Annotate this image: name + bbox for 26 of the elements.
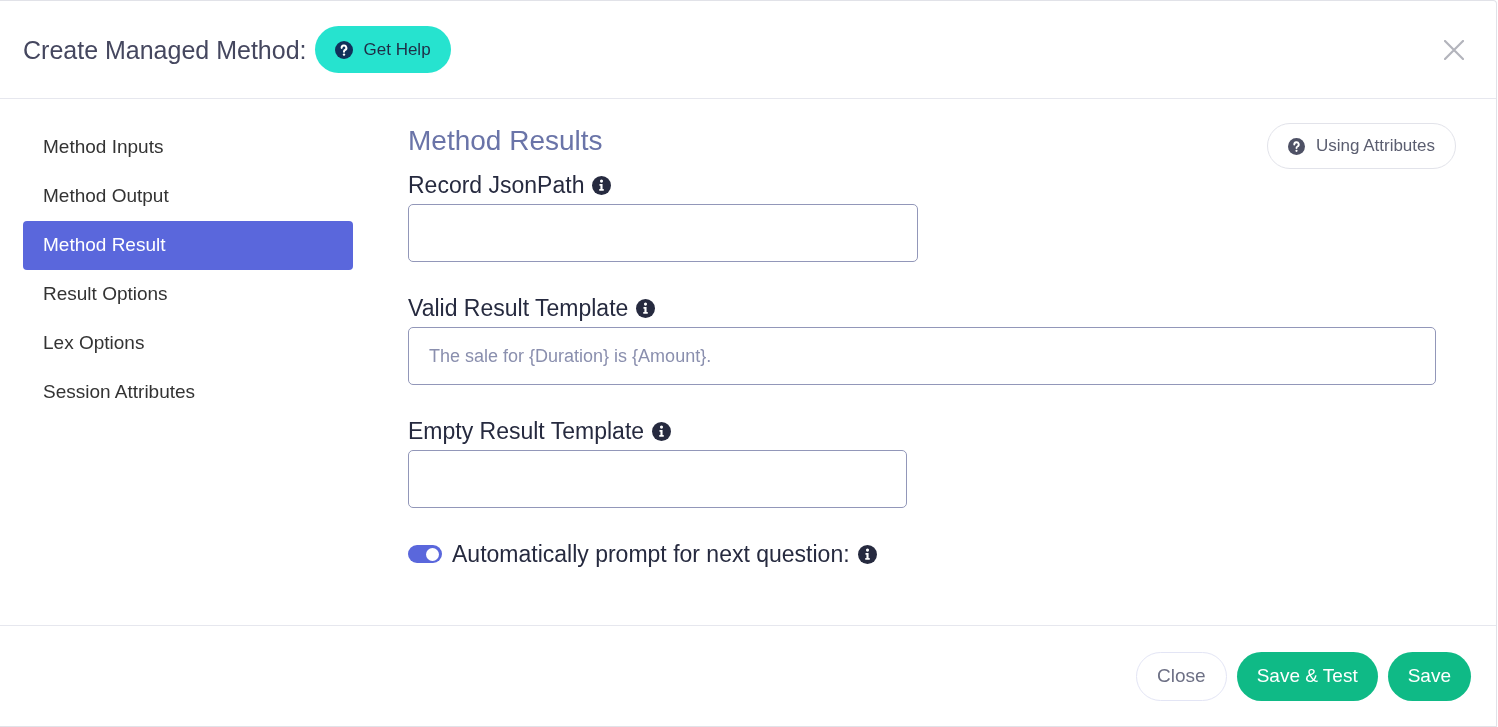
sidebar-item[interactable]: Method Inputs — [23, 123, 353, 172]
sidebar-item[interactable]: Session Attributes — [23, 368, 353, 417]
info-icon — [857, 544, 877, 564]
sidebar-item[interactable]: Method Result — [23, 221, 353, 270]
section-title: Method Results — [408, 124, 603, 158]
sidebar-item[interactable]: Lex Options — [23, 319, 353, 368]
text-input[interactable] — [408, 204, 918, 262]
dialog-title: Create Managed Method: — [23, 34, 307, 65]
text-input[interactable] — [408, 450, 907, 508]
info-icon — [592, 175, 612, 195]
toggle-switch[interactable] — [408, 545, 442, 563]
question-circle-icon — [334, 40, 353, 59]
close-button[interactable]: Close — [1136, 651, 1227, 701]
sidebar-item[interactable]: Method Output — [23, 172, 353, 221]
close-icon[interactable] — [1444, 39, 1464, 60]
sidebar-item[interactable]: Result Options — [23, 270, 353, 319]
field-label: Record JsonPath — [408, 171, 585, 199]
info-icon — [636, 298, 656, 318]
field-label: Valid Result Template — [408, 294, 629, 322]
info-icon — [652, 421, 672, 441]
question-circle-icon — [1287, 137, 1305, 155]
toggle-label: Automatically prompt for next question: — [452, 540, 850, 568]
using-attributes-button[interactable]: Using Attributes — [1266, 123, 1456, 169]
field-label: Empty Result Template — [408, 417, 645, 445]
get-help-button[interactable]: Get Help — [314, 26, 451, 73]
text-input[interactable]: The sale for {Duration} is {Amount}. — [408, 327, 1436, 385]
